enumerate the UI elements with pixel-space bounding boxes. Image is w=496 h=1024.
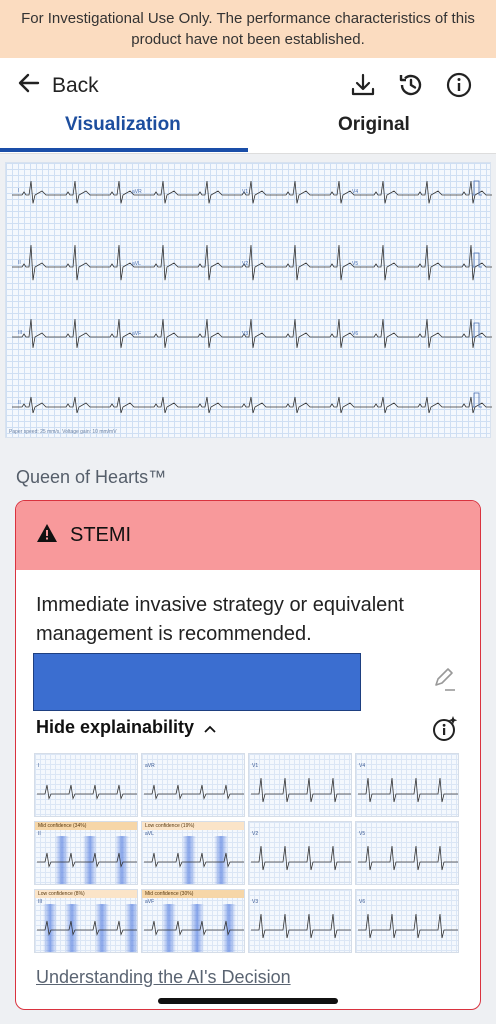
ecg-lead-label: aVF xyxy=(132,331,141,337)
alert-header: STEMI xyxy=(16,501,480,570)
explainability-grid: IaVR V1 V4 Mid confidence (34%) II Low confid… xyxy=(34,753,462,957)
calibration-pulse xyxy=(472,322,482,338)
ecg-row-label: II xyxy=(18,260,21,266)
ecg-lead-thumbnail[interactable]: Low confidence (8%) III xyxy=(34,889,138,953)
section-title: Queen of Hearts™ xyxy=(16,467,167,487)
tab-original[interactable]: Original xyxy=(338,114,410,136)
ecg-visualization: I II III II aVR V1 V4 aVL V2 V5 aVF V3 V6 Paper spee… xyxy=(5,162,492,438)
edit-pencil-icon[interactable] xyxy=(431,666,457,697)
ecg-lead-label: V1 xyxy=(242,189,248,195)
calibration-pulse xyxy=(472,252,482,268)
thumbnail-trace xyxy=(251,777,351,803)
ecg-lead-label: V5 xyxy=(352,261,358,267)
tab-divider xyxy=(0,153,496,154)
arrow-left-icon xyxy=(18,73,40,99)
ecg-lead-thumbnail[interactable]: V5 xyxy=(355,821,459,885)
ecg-row-label: III xyxy=(18,330,22,336)
recommendation-text: Immediate invasive strategy or equivalen… xyxy=(36,594,404,645)
ecg-lead-label: V3 xyxy=(242,331,248,337)
back-label: Back xyxy=(52,74,99,97)
ecg-lead-thumbnail[interactable]: Low confidence (19%) aVL xyxy=(141,821,245,885)
home-indicator xyxy=(158,998,338,1004)
ecg-lead-thumbnail[interactable]: V6 xyxy=(355,889,459,953)
thumbnail-trace xyxy=(144,784,244,800)
thumbnail-trace xyxy=(358,777,458,803)
thumbnail-trace xyxy=(37,784,137,800)
ecg-trace xyxy=(12,180,492,204)
tab-visualization[interactable]: Visualization xyxy=(65,114,181,136)
thumbnail-trace xyxy=(251,845,351,871)
info-icon[interactable] xyxy=(446,72,472,98)
ecg-lead-thumbnail[interactable]: Mid confidence (30%) aVF xyxy=(141,889,245,953)
top-bar: Back Visualization Original xyxy=(0,58,496,154)
ecg-lead-thumbnail[interactable]: Mid confidence (34%) II xyxy=(34,821,138,885)
investigational-banner: For Investigational Use Only. The perfor… xyxy=(0,0,496,58)
thumbnail-trace xyxy=(144,852,244,868)
ecg-caption: Paper speed: 25 mm/s, Voltage gain: 10 m… xyxy=(9,429,117,435)
thumbnail-trace xyxy=(37,852,137,868)
thumbnail-trace xyxy=(37,920,137,936)
ecg-lead-thumbnail[interactable]: aVR xyxy=(141,753,245,817)
ecg-lead-thumbnail[interactable]: V4 xyxy=(355,753,459,817)
back-button[interactable]: Back xyxy=(18,72,99,100)
redacted-block xyxy=(33,653,361,711)
download-icon[interactable] xyxy=(350,72,376,98)
ecg-trace xyxy=(12,244,492,281)
alert-label: STEMI xyxy=(70,524,132,546)
thumbnail-trace xyxy=(144,920,244,936)
thumbnail-trace xyxy=(251,913,351,939)
ecg-lead-label: V6 xyxy=(352,331,358,337)
calibration-pulse xyxy=(472,180,482,196)
active-tab-indicator xyxy=(0,148,248,152)
hide-explainability-toggle[interactable]: Hide explainability xyxy=(36,717,216,738)
ecg-row-label: I xyxy=(18,188,19,194)
explain-label: Hide explainability xyxy=(36,717,195,737)
ecg-lead-label: aVR xyxy=(132,189,142,195)
ecg-lead-label: V4 xyxy=(352,189,358,195)
warning-icon xyxy=(36,523,58,548)
stemi-alert-card: STEMI Immediate invasive strategy or equ… xyxy=(15,500,481,1010)
ecg-lead-label: V2 xyxy=(242,261,248,267)
thumbnail-trace xyxy=(358,913,458,939)
ecg-lead-thumbnail[interactable]: V1 xyxy=(248,753,352,817)
ai-info-sparkle-icon[interactable] xyxy=(431,715,459,748)
history-icon[interactable] xyxy=(398,72,424,98)
thumbnail-trace xyxy=(358,845,458,871)
ecg-lead-thumbnail[interactable]: V3 xyxy=(248,889,352,953)
ecg-trace xyxy=(12,396,492,414)
chevron-up-icon xyxy=(204,717,216,738)
understanding-ai-link[interactable]: Understanding the AI's Decision xyxy=(36,967,291,988)
calibration-pulse xyxy=(472,392,482,408)
ecg-lead-thumbnail[interactable]: I xyxy=(34,753,138,817)
ecg-row-label: II xyxy=(18,400,21,406)
ecg-lead-thumbnail[interactable]: V2 xyxy=(248,821,352,885)
ecg-trace xyxy=(12,318,492,348)
banner-text: For Investigational Use Only. The perfor… xyxy=(21,10,475,48)
ecg-lead-label: aVL xyxy=(132,261,141,267)
